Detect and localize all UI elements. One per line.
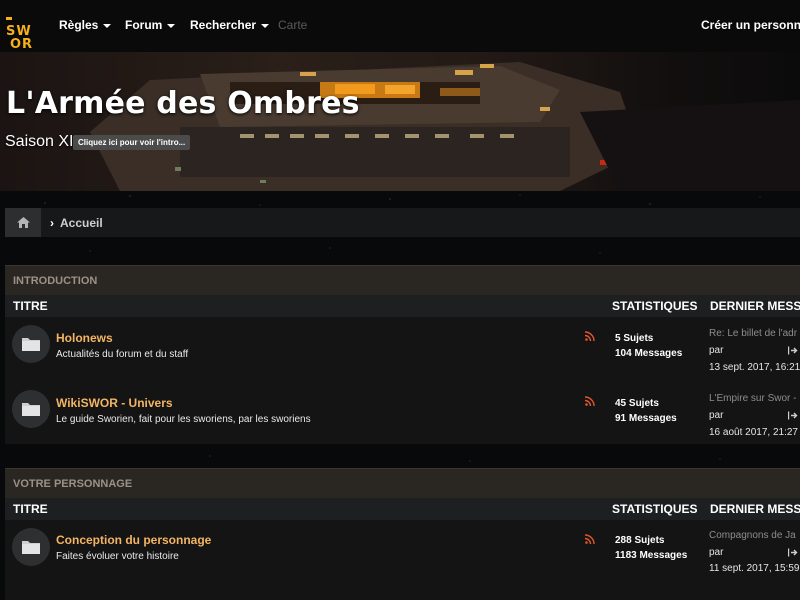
column-last-post: DERNIER MESSA: [710, 299, 800, 313]
forum-row: WikiSWOR - Univers Le guide Sworien, fai…: [5, 382, 800, 447]
nav-regles-menu[interactable]: Règles: [59, 18, 112, 32]
site-banner: L'Armée des Ombres Saison XI Cliquez ici…: [0, 52, 800, 191]
column-headers: TITRE STATISTIQUES DERNIER MESSA: [5, 498, 800, 520]
rss-feed-icon[interactable]: [585, 396, 595, 406]
folder-icon: [22, 541, 40, 554]
folder-button[interactable]: [12, 528, 50, 566]
message-count: 1183 Messages: [615, 550, 688, 561]
home-button[interactable]: [5, 208, 41, 237]
column-last-post: DERNIER MESSA: [710, 502, 800, 516]
forum-description: Le guide Sworien, fait pour les sworiens…: [56, 414, 311, 425]
column-title: TITRE: [13, 299, 48, 313]
folder-icon: [22, 403, 40, 416]
last-post-title-link[interactable]: L'Empire sur Swor -: [709, 393, 797, 404]
goto-last-post-icon[interactable]: [788, 411, 798, 420]
nav-forum-label: Forum: [125, 18, 163, 32]
category-votre-personnage: VOTRE PERSONNAGE TITRE STATISTIQUES DERN…: [5, 468, 800, 600]
topic-count: 288 Sujets: [615, 535, 665, 546]
forum-list: Conception du personnage Faites évoluer …: [5, 520, 800, 600]
topic-count: 5 Sujets: [615, 333, 654, 344]
message-count: 91 Messages: [615, 413, 677, 424]
home-icon: [16, 217, 30, 228]
forum-title-link[interactable]: WikiSWOR - Univers: [56, 396, 173, 410]
category-header[interactable]: VOTRE PERSONNAGE: [5, 468, 800, 498]
season-label: Saison XI: [5, 133, 74, 150]
nav-rechercher-label: Rechercher: [190, 18, 257, 32]
nav-rechercher-menu[interactable]: Rechercher: [190, 18, 270, 32]
chevron-right-icon: ›: [50, 216, 54, 230]
nav-forum-menu[interactable]: Forum: [125, 18, 176, 32]
caret-down-icon: [261, 23, 270, 28]
starship-illustration: [90, 62, 800, 191]
folder-button[interactable]: [12, 390, 50, 428]
site-logo[interactable]: SW OR: [6, 12, 38, 51]
last-post-date: 16 août 2017, 21:27: [709, 427, 798, 438]
category-header[interactable]: INTRODUCTION: [5, 265, 800, 295]
folder-icon: [22, 338, 40, 351]
last-post-date: 11 sept. 2017, 15:59: [709, 563, 800, 574]
breadcrumb: › Accueil: [5, 208, 800, 237]
breadcrumb-item-accueil[interactable]: Accueil: [60, 216, 103, 230]
last-post-author: par: [709, 547, 724, 558]
category-introduction: INTRODUCTION TITRE STATISTIQUES DERNIER …: [5, 265, 800, 444]
folder-button[interactable]: [12, 325, 50, 363]
column-headers: TITRE STATISTIQUES DERNIER MESSA: [5, 295, 800, 317]
forum-title-link[interactable]: Holonews: [56, 331, 113, 345]
column-stats: STATISTIQUES: [612, 502, 698, 516]
topic-count: 45 Sujets: [615, 398, 659, 409]
message-count: 104 Messages: [615, 348, 683, 359]
create-character-link[interactable]: Créer un personnage: [701, 18, 800, 32]
nav-regles-label: Règles: [59, 18, 99, 32]
nav-carte-link[interactable]: Carte: [278, 18, 307, 32]
caret-down-icon: [103, 23, 112, 28]
column-stats: STATISTIQUES: [612, 299, 698, 313]
last-post-author: par: [709, 345, 724, 356]
last-post-author: par: [709, 410, 724, 421]
caret-down-icon: [167, 23, 176, 28]
intro-button[interactable]: Cliquez ici pour voir l'intro...: [73, 135, 191, 150]
top-navbar: SW OR Règles Forum Rechercher Carte Crée…: [0, 0, 800, 52]
forum-description: Faites évoluer votre histoire: [56, 551, 179, 562]
rss-feed-icon[interactable]: [585, 331, 595, 341]
logo-text-bottom: OR: [10, 37, 34, 52]
forum-title-link[interactable]: Conception du personnage: [56, 533, 211, 547]
site-title: L'Armée des Ombres: [6, 86, 360, 121]
last-post-title-link[interactable]: Compagnons de Ja: [709, 530, 796, 541]
forum-row: Conception du personnage Faites évoluer …: [5, 520, 800, 585]
goto-last-post-icon[interactable]: [788, 548, 798, 557]
column-title: TITRE: [13, 502, 48, 516]
goto-last-post-icon[interactable]: [788, 346, 798, 355]
last-post-title-link[interactable]: Re: Le billet de l'adr: [709, 328, 797, 339]
last-post-date: 13 sept. 2017, 16:21: [709, 362, 800, 373]
rss-feed-icon[interactable]: [585, 534, 595, 544]
forum-list: Holonews Actualités du forum et du staff…: [5, 317, 800, 444]
forum-row: Holonews Actualités du forum et du staff…: [5, 317, 800, 382]
forum-description: Actualités du forum et du staff: [56, 349, 189, 360]
